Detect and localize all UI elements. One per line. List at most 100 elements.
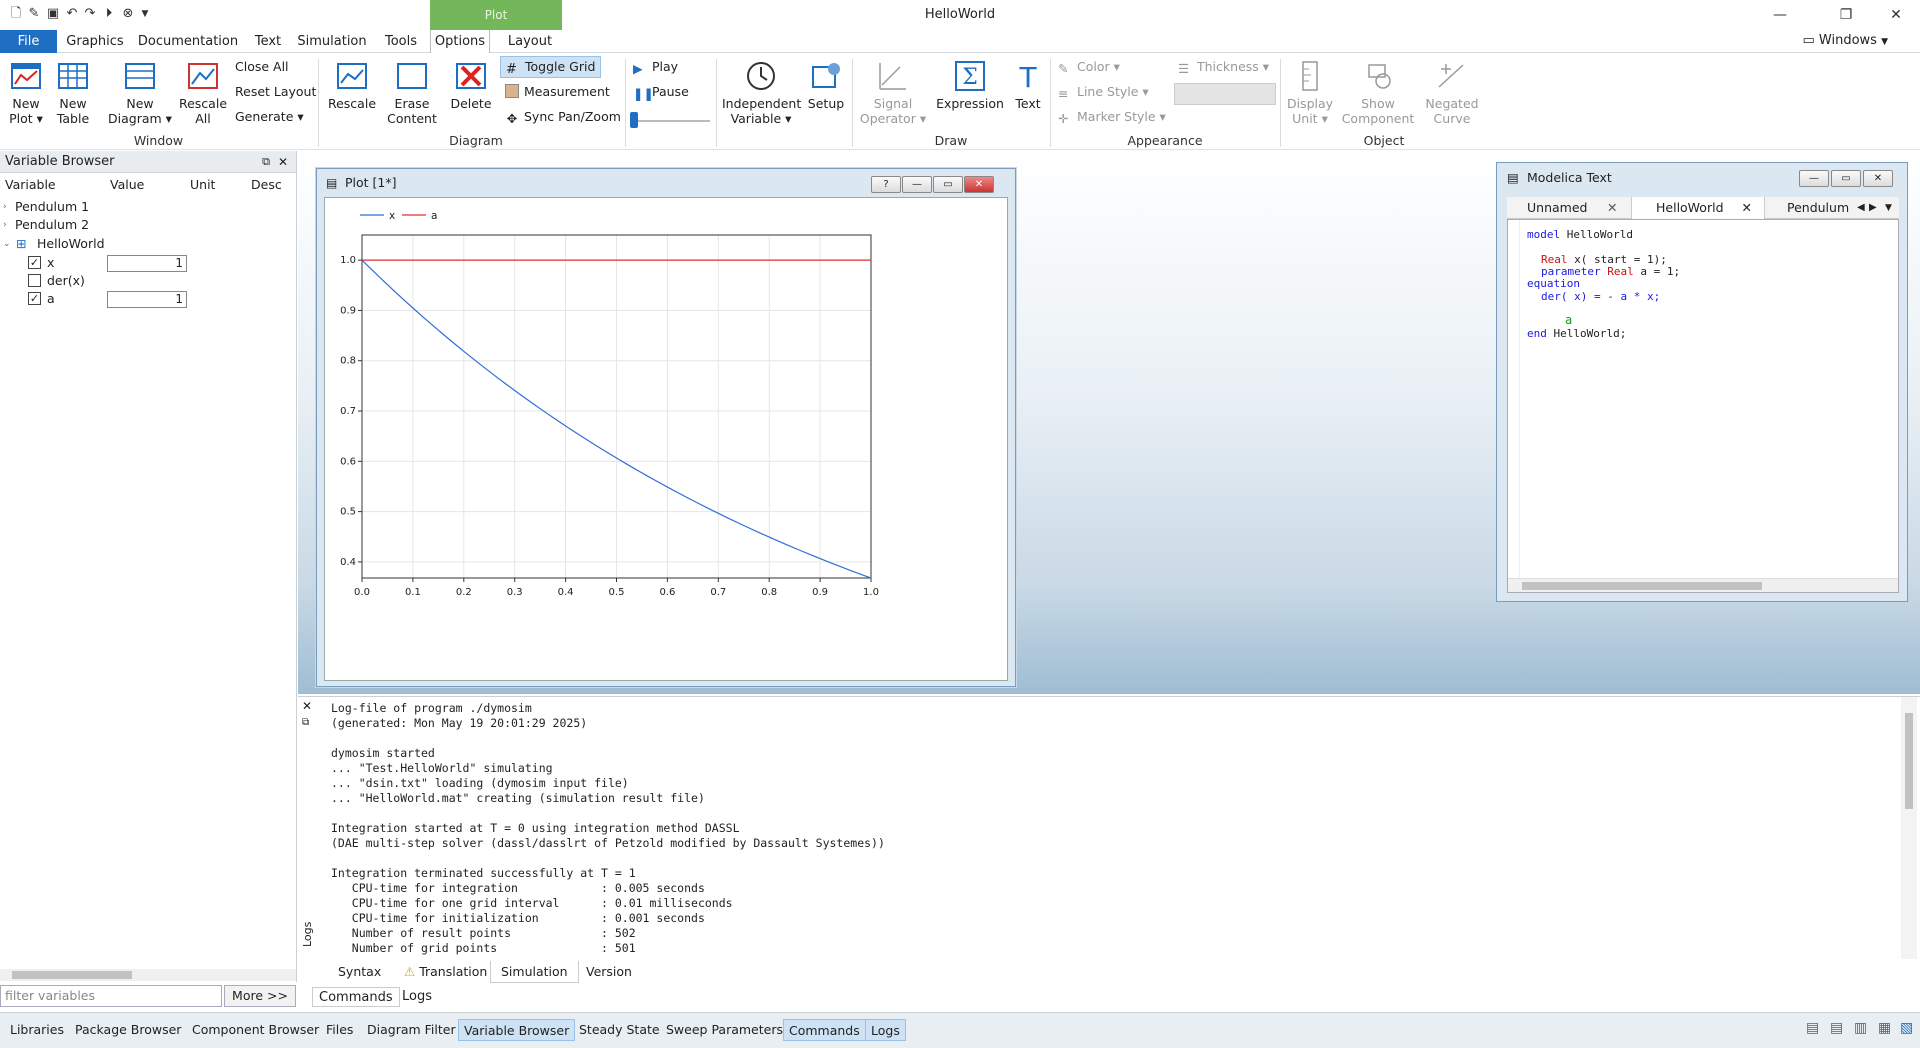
- tab-simulation[interactable]: Simulation: [490, 961, 579, 983]
- modelica-text-window[interactable]: ▤ Modelica Text — ▭ ✕ Unnamed ✕ HelloWor…: [1496, 162, 1908, 602]
- logs-tab[interactable]: Logs: [402, 987, 432, 1007]
- tree-item-x[interactable]: ✓ x 1: [0, 254, 297, 272]
- column-variable[interactable]: Variable: [5, 177, 56, 192]
- tab-tools[interactable]: Tools: [380, 30, 422, 53]
- tab-pendulum[interactable]: Pendulum: [1787, 197, 1849, 219]
- windows-menu[interactable]: ▭ Windows ▼: [1802, 33, 1888, 48]
- color-button[interactable]: ✎ Color ▾: [1058, 56, 1120, 78]
- setup-button[interactable]: Setup: [806, 59, 846, 111]
- checkbox-x[interactable]: ✓: [28, 256, 41, 269]
- close-tab-icon[interactable]: ✕: [1742, 197, 1752, 219]
- close-all-button[interactable]: Close All: [235, 56, 289, 78]
- horizontal-scrollbar[interactable]: [0, 969, 296, 981]
- layout-icon[interactable]: ▥: [1854, 1020, 1867, 1036]
- line-chart[interactable]: 0.0 0.1 0.2 0.3 0.4 0.5 0.6 0.7 0.8 0.9 1.0 0.4 0.5 0…: [325, 198, 1009, 682]
- signal-operator-button[interactable]: Signal Operator ▾: [858, 59, 928, 126]
- tab-steady-state[interactable]: Steady State: [574, 1019, 665, 1041]
- animation-slider[interactable]: [630, 111, 712, 129]
- rescale-button[interactable]: Rescale: [326, 59, 378, 111]
- tab-files[interactable]: Files: [321, 1019, 358, 1041]
- minimize-icon[interactable]: —: [1760, 3, 1800, 27]
- float-icon[interactable]: ⧉: [302, 717, 309, 728]
- column-unit[interactable]: Unit: [190, 177, 215, 192]
- checkbox-der-x[interactable]: [28, 274, 41, 287]
- modelica-window-titlebar[interactable]: ▤ Modelica Text — ▭ ✕: [1497, 163, 1907, 193]
- toggle-grid-button[interactable]: # Toggle Grid: [500, 56, 602, 78]
- line-style-button[interactable]: ≡ Line Style ▾: [1058, 81, 1149, 103]
- negated-curve-button[interactable]: Negated Curve: [1420, 59, 1484, 126]
- filter-variables-input[interactable]: filter variables: [0, 985, 222, 1007]
- minimize-button[interactable]: —: [902, 176, 932, 193]
- restore-icon[interactable]: ❐: [1826, 3, 1866, 27]
- show-component-button[interactable]: Show Component: [1340, 59, 1416, 126]
- rescale-all-button[interactable]: Rescale All: [178, 59, 228, 126]
- layout-icon[interactable]: ▧: [1900, 1020, 1913, 1036]
- chevron-right-icon[interactable]: ›: [3, 198, 7, 216]
- close-icon[interactable]: ✕: [1876, 3, 1916, 27]
- marker-style-button[interactable]: ✛ Marker Style ▾: [1058, 106, 1166, 128]
- close-icon[interactable]: ✕: [278, 151, 288, 173]
- new-plot-button[interactable]: New Plot ▾: [6, 59, 46, 126]
- plot-window-titlebar[interactable]: ▤ Plot [1*] ? — ▭ ✕: [317, 169, 1015, 197]
- column-desc[interactable]: Desc: [251, 177, 282, 192]
- thickness-button[interactable]: ☰ Thickness ▾: [1178, 56, 1269, 78]
- independent-variable-button[interactable]: Independent Variable ▾: [722, 59, 801, 126]
- tab-unnamed[interactable]: Unnamed: [1527, 197, 1587, 219]
- tab-package-browser[interactable]: Package Browser: [70, 1019, 186, 1041]
- tab-diagram-filter[interactable]: Diagram Filter: [362, 1019, 461, 1041]
- play-button[interactable]: ▶ Play: [633, 56, 678, 78]
- tab-options[interactable]: Options: [430, 30, 490, 54]
- value-input-a[interactable]: 1: [107, 291, 187, 308]
- chevron-down-icon[interactable]: ⌄: [3, 235, 11, 253]
- tab-simulation[interactable]: Simulation: [296, 30, 368, 53]
- maximize-button[interactable]: ▭: [933, 176, 963, 193]
- pause-button[interactable]: ❚❚Pause: [633, 81, 689, 103]
- tree-item-a[interactable]: ✓ a 1: [0, 290, 297, 308]
- thickness-select[interactable]: [1174, 83, 1276, 105]
- code-editor[interactable]: model HelloWorld Real x( start = 1); par…: [1507, 219, 1899, 593]
- close-button[interactable]: ✕: [1863, 170, 1893, 187]
- tab-file[interactable]: File: [0, 30, 57, 53]
- value-input-x[interactable]: 1: [107, 255, 187, 272]
- layout-icon[interactable]: ▤: [1806, 1020, 1819, 1036]
- tab-list-icon[interactable]: ▼: [1885, 197, 1892, 219]
- text-button[interactable]: T Text: [1010, 59, 1046, 111]
- commands-tab[interactable]: Commands: [312, 987, 400, 1007]
- checkbox-a[interactable]: ✓: [28, 292, 41, 305]
- tab-syntax[interactable]: Syntax: [328, 961, 391, 983]
- new-table-button[interactable]: New Table: [53, 59, 93, 126]
- minimize-button[interactable]: —: [1799, 170, 1829, 187]
- layout-icon[interactable]: ▦: [1878, 1020, 1891, 1036]
- erase-content-button[interactable]: Erase Content: [386, 59, 438, 126]
- vertical-scrollbar[interactable]: [1901, 697, 1917, 959]
- new-diagram-button[interactable]: New Diagram ▾: [108, 59, 172, 126]
- close-button[interactable]: ✕: [964, 176, 994, 193]
- reset-layout-button[interactable]: Reset Layout: [235, 81, 316, 103]
- delete-button[interactable]: Delete: [446, 59, 496, 111]
- maximize-button[interactable]: ▭: [1831, 170, 1861, 187]
- chevron-right-icon[interactable]: ›: [3, 216, 7, 234]
- tab-component-browser[interactable]: Component Browser: [187, 1019, 324, 1041]
- plot-window[interactable]: ▤ Plot [1*] ? — ▭ ✕ 0.0 0.1 0.2 0.3 0.4 0.5 0.…: [316, 168, 1016, 687]
- measurement-button[interactable]: Measurement: [505, 81, 610, 103]
- close-icon[interactable]: ✕: [302, 699, 312, 713]
- layout-icon[interactable]: ▤: [1830, 1020, 1843, 1036]
- tab-documentation[interactable]: Documentation: [136, 30, 240, 53]
- horizontal-scrollbar[interactable]: [1508, 578, 1898, 592]
- expression-button[interactable]: Σ Expression: [934, 59, 1006, 111]
- more-button[interactable]: More >>: [224, 985, 296, 1007]
- tab-scroll-left-icon[interactable]: ◀: [1857, 197, 1865, 219]
- tab-variable-browser[interactable]: Variable Browser: [458, 1019, 576, 1041]
- tab-graphics[interactable]: Graphics: [62, 30, 128, 53]
- tab-layout[interactable]: Layout: [500, 30, 560, 53]
- tab-scroll-right-icon[interactable]: ▶: [1869, 197, 1877, 219]
- generate-button[interactable]: Generate ▾: [235, 106, 304, 128]
- display-unit-button[interactable]: Display Unit ▾: [1284, 59, 1336, 126]
- tab-text[interactable]: Text: [250, 30, 286, 53]
- close-tab-icon[interactable]: ✕: [1607, 197, 1617, 219]
- tab-logs[interactable]: Logs: [865, 1019, 906, 1041]
- tab-libraries[interactable]: Libraries: [5, 1019, 69, 1041]
- tab-helloworld[interactable]: HelloWorld ✕: [1631, 197, 1765, 219]
- sync-pan-zoom-button[interactable]: ✥ Sync Pan/Zoom: [505, 106, 621, 128]
- column-value[interactable]: Value: [110, 177, 144, 192]
